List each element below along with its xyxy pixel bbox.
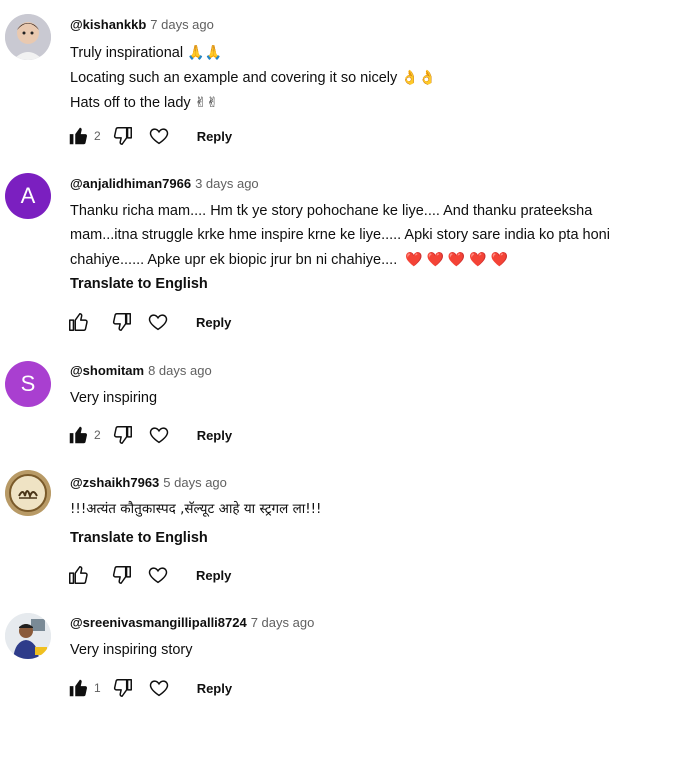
like-button[interactable] [66, 124, 90, 148]
comment-timestamp[interactable]: 8 days ago [148, 363, 212, 378]
heart-button[interactable] [147, 124, 171, 148]
like-button[interactable] [66, 310, 90, 334]
thumb-down-icon [113, 127, 132, 145]
comment-author[interactable]: @kishankkb [70, 17, 146, 32]
comment-actions: 2 Reply [66, 124, 232, 148]
comment-text: !!!अत्यंत कौतुकास्पद ,सॅल्यूट आहे या स्ट… [70, 497, 670, 521]
emoji: 🙏🙏 [187, 44, 222, 60]
dislike-button[interactable] [111, 676, 135, 700]
heart-icon [148, 314, 168, 331]
dislike-button[interactable] [110, 563, 134, 587]
comment-actions: Reply [66, 563, 231, 587]
heart-button[interactable] [147, 676, 171, 700]
reply-button[interactable]: Reply [197, 428, 232, 443]
translate-link[interactable]: Translate to English [70, 276, 208, 292]
thumb-up-filled-icon [69, 426, 88, 444]
translate-link[interactable]: Translate to English [70, 530, 208, 546]
reply-button[interactable]: Reply [196, 568, 231, 583]
heart-icon [148, 567, 168, 584]
comment-header: @zshaikh7963 5 days ago [70, 475, 227, 490]
comment-timestamp[interactable]: 5 days ago [163, 475, 227, 490]
avatar-letter: A [20, 183, 36, 208]
comment-timestamp[interactable]: 3 days ago [195, 176, 259, 191]
heart-emojis: ❤️ ❤️ ❤️ ❤️ ❤️ [405, 251, 508, 267]
thumb-down-icon [112, 313, 131, 331]
comment-author[interactable]: @sreenivasmangillipalli8724 [70, 615, 247, 630]
comment-header: @anjalidhiman7966 3 days ago [70, 176, 259, 191]
thumb-down-icon [113, 679, 132, 697]
heart-button[interactable] [147, 423, 171, 447]
avatar-letter: S [20, 371, 36, 396]
avatar[interactable] [5, 613, 51, 659]
like-button[interactable] [66, 676, 90, 700]
comment-text: Very inspiring story [70, 638, 670, 662]
comment-line: Truly inspirational [70, 45, 184, 61]
thumb-up-filled-icon [69, 679, 88, 697]
avatar[interactable] [5, 14, 51, 60]
comment-timestamp[interactable]: 7 days ago [150, 17, 214, 32]
comment-actions: 1 Reply [66, 676, 232, 700]
comment-author[interactable]: @zshaikh7963 [70, 475, 159, 490]
dislike-button[interactable] [111, 423, 135, 447]
person-photo-avatar-icon [5, 613, 51, 659]
comment-line: !!!अत्यंत कौतुकास्पद ,सॅल्यूट आहे या स्ट… [70, 501, 322, 517]
like-count: 2 [94, 428, 101, 442]
comment-text: Very inspiring [70, 386, 670, 410]
like-count: 1 [94, 681, 101, 695]
thumb-up-icon [69, 566, 88, 584]
thumb-down-icon [113, 426, 132, 444]
like-button[interactable] [66, 563, 90, 587]
thumb-up-icon [69, 313, 88, 331]
comment-author[interactable]: @shomitam [70, 363, 144, 378]
comment-header: @kishankkb 7 days ago [70, 17, 214, 32]
dislike-button[interactable] [111, 124, 135, 148]
reply-button[interactable]: Reply [197, 681, 232, 696]
comment-line: chahiye...... Apke upr ek biopic jrur bn… [70, 252, 398, 268]
comment-line: Very inspiring story [70, 642, 193, 658]
comment-line: Very inspiring [70, 390, 158, 406]
heart-button[interactable] [146, 563, 170, 587]
thumb-up-filled-icon [69, 127, 88, 145]
heart-icon [149, 680, 168, 697]
comment-line: Thanku richa mam.... Hm tk ye story poho… [70, 203, 593, 219]
emoji: ✌✌ [194, 94, 219, 110]
comment-author[interactable]: @anjalidhiman7966 [70, 176, 191, 191]
like-count: 2 [94, 129, 101, 143]
dislike-button[interactable] [110, 310, 134, 334]
comment-actions: Reply [66, 310, 231, 334]
avatar[interactable]: S [5, 361, 51, 407]
calligraphy-avatar-icon [5, 470, 51, 516]
heart-icon [149, 128, 168, 145]
comment-actions: 2 Reply [66, 423, 232, 447]
comment-header: @shomitam 8 days ago [70, 363, 212, 378]
reply-button[interactable]: Reply [196, 315, 231, 330]
avatar[interactable] [5, 470, 51, 516]
avatar[interactable]: A [5, 173, 51, 219]
heart-icon [149, 427, 168, 444]
comment-header: @sreenivasmangillipalli8724 7 days ago [70, 615, 314, 630]
thumb-down-icon [112, 566, 131, 584]
comment-line: Hats off to the lady [70, 95, 191, 111]
comment-timestamp[interactable]: 7 days ago [251, 615, 315, 630]
comment-line: Locating such an example and covering it… [70, 70, 398, 86]
comment-text: Thanku richa mam.... Hm tk ye story poho… [70, 199, 670, 272]
child-photo-avatar-icon [5, 14, 51, 60]
heart-button[interactable] [146, 310, 170, 334]
emoji: 👌👌 [401, 69, 437, 85]
reply-button[interactable]: Reply [197, 129, 232, 144]
comment-line: mam...itna struggle krke hme inspire krn… [70, 227, 610, 243]
like-button[interactable] [66, 423, 90, 447]
comment-text: Truly inspirational 🙏🙏 Locating such an e… [70, 40, 670, 115]
